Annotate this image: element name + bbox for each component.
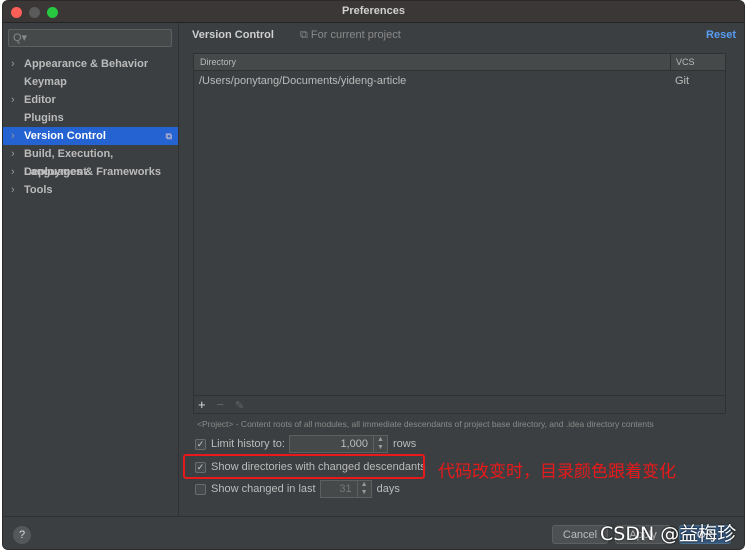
limit-history-checkbox[interactable]: ✓	[195, 438, 206, 450]
chevron-right-icon[interactable]: ›	[11, 163, 15, 181]
page-title: Version Control	[192, 29, 274, 41]
days-stepper[interactable]: 31 ▲ ▼	[319, 480, 372, 498]
sidebar-item-label: Appearance & Behavior	[24, 58, 149, 70]
column-header-vcs[interactable]: VCS	[670, 54, 695, 70]
annotation-text: 代码改变时，目录颜色跟着变化	[438, 462, 676, 481]
minimize-window-button[interactable]	[29, 7, 40, 18]
column-header-directory[interactable]: Directory	[200, 54, 236, 70]
edit-icon[interactable]: ✎	[235, 400, 244, 412]
stepper-arrows-icon[interactable]: ▲ ▼	[356, 481, 371, 497]
project-icon: ⧉	[165, 131, 172, 141]
sidebar-item-label: Tools	[24, 184, 53, 196]
sidebar-item-version-control[interactable]: › Version Control ⧉	[3, 127, 178, 145]
directory-table: Directory VCS /Users/ponytang/Documents/…	[193, 53, 726, 414]
reset-link[interactable]: Reset	[706, 29, 736, 41]
limit-history-option: ✓ Limit history to: 1,000 ▲ ▼ rows	[195, 435, 417, 453]
help-button[interactable]: ?	[13, 526, 31, 544]
sidebar-item-label: Languages & Frameworks	[24, 166, 161, 178]
vcs-cell: Git	[675, 75, 690, 87]
watermark: CSDN @益梅珍	[600, 523, 737, 545]
chevron-right-icon[interactable]: ›	[11, 127, 15, 145]
sidebar-item-label: Version Control	[24, 130, 106, 142]
window-title: Preferences	[342, 5, 405, 17]
sidebar-item-plugins[interactable]: Plugins	[3, 109, 178, 127]
search-input[interactable]: Q▾	[8, 29, 172, 47]
sidebar-item-appearance-behavior[interactable]: › Appearance & Behavior	[3, 55, 178, 73]
project-note: <Project> - Content roots of all modules…	[197, 419, 654, 429]
table-toolbar: + − ✎	[194, 395, 725, 413]
sidebar-item-build-execution-deployment[interactable]: › Build, Execution, Deployment	[3, 145, 178, 178]
project-icon: ⧉	[300, 29, 311, 41]
sidebar-item-editor[interactable]: › Editor	[3, 91, 178, 109]
directory-cell: /Users/ponytang/Documents/yideng-article	[199, 75, 407, 87]
title-bar: Preferences	[3, 1, 744, 23]
sidebar-item-keymap[interactable]: Keymap	[3, 73, 178, 91]
table-row[interactable]: /Users/ponytang/Documents/yideng-article…	[194, 71, 725, 91]
show-changed-option: Show changed in last 31 ▲ ▼ days	[195, 480, 400, 498]
sidebar-item-label: Plugins	[24, 112, 64, 124]
limit-history-stepper[interactable]: 1,000 ▲ ▼	[288, 435, 388, 453]
close-window-button[interactable]	[11, 7, 22, 18]
remove-icon[interactable]: −	[216, 397, 224, 412]
sidebar-item-tools[interactable]: › Tools	[3, 181, 178, 199]
scope-label: ⧉ For current project	[300, 29, 401, 41]
chevron-right-icon[interactable]: ›	[11, 145, 15, 163]
chevron-right-icon[interactable]: ›	[11, 91, 15, 109]
zoom-window-button[interactable]	[47, 7, 58, 18]
stepper-arrows-icon[interactable]: ▲ ▼	[372, 436, 387, 452]
chevron-right-icon[interactable]: ›	[11, 55, 15, 73]
highlight-box	[183, 454, 425, 479]
sidebar-item-label: Keymap	[24, 76, 67, 88]
sidebar-item-languages-frameworks[interactable]: › Languages & Frameworks	[3, 163, 178, 181]
main-panel: Version Control ⧉ For current project Re…	[180, 23, 744, 516]
chevron-right-icon[interactable]: ›	[11, 181, 15, 199]
sidebar-item-label: Editor	[24, 94, 56, 106]
table-header: Directory VCS	[194, 54, 725, 71]
sidebar: Q▾ › Appearance & Behavior Keymap › Editor Pl…	[3, 23, 179, 516]
add-icon[interactable]: +	[198, 397, 206, 412]
show-changed-checkbox[interactable]	[195, 483, 206, 495]
